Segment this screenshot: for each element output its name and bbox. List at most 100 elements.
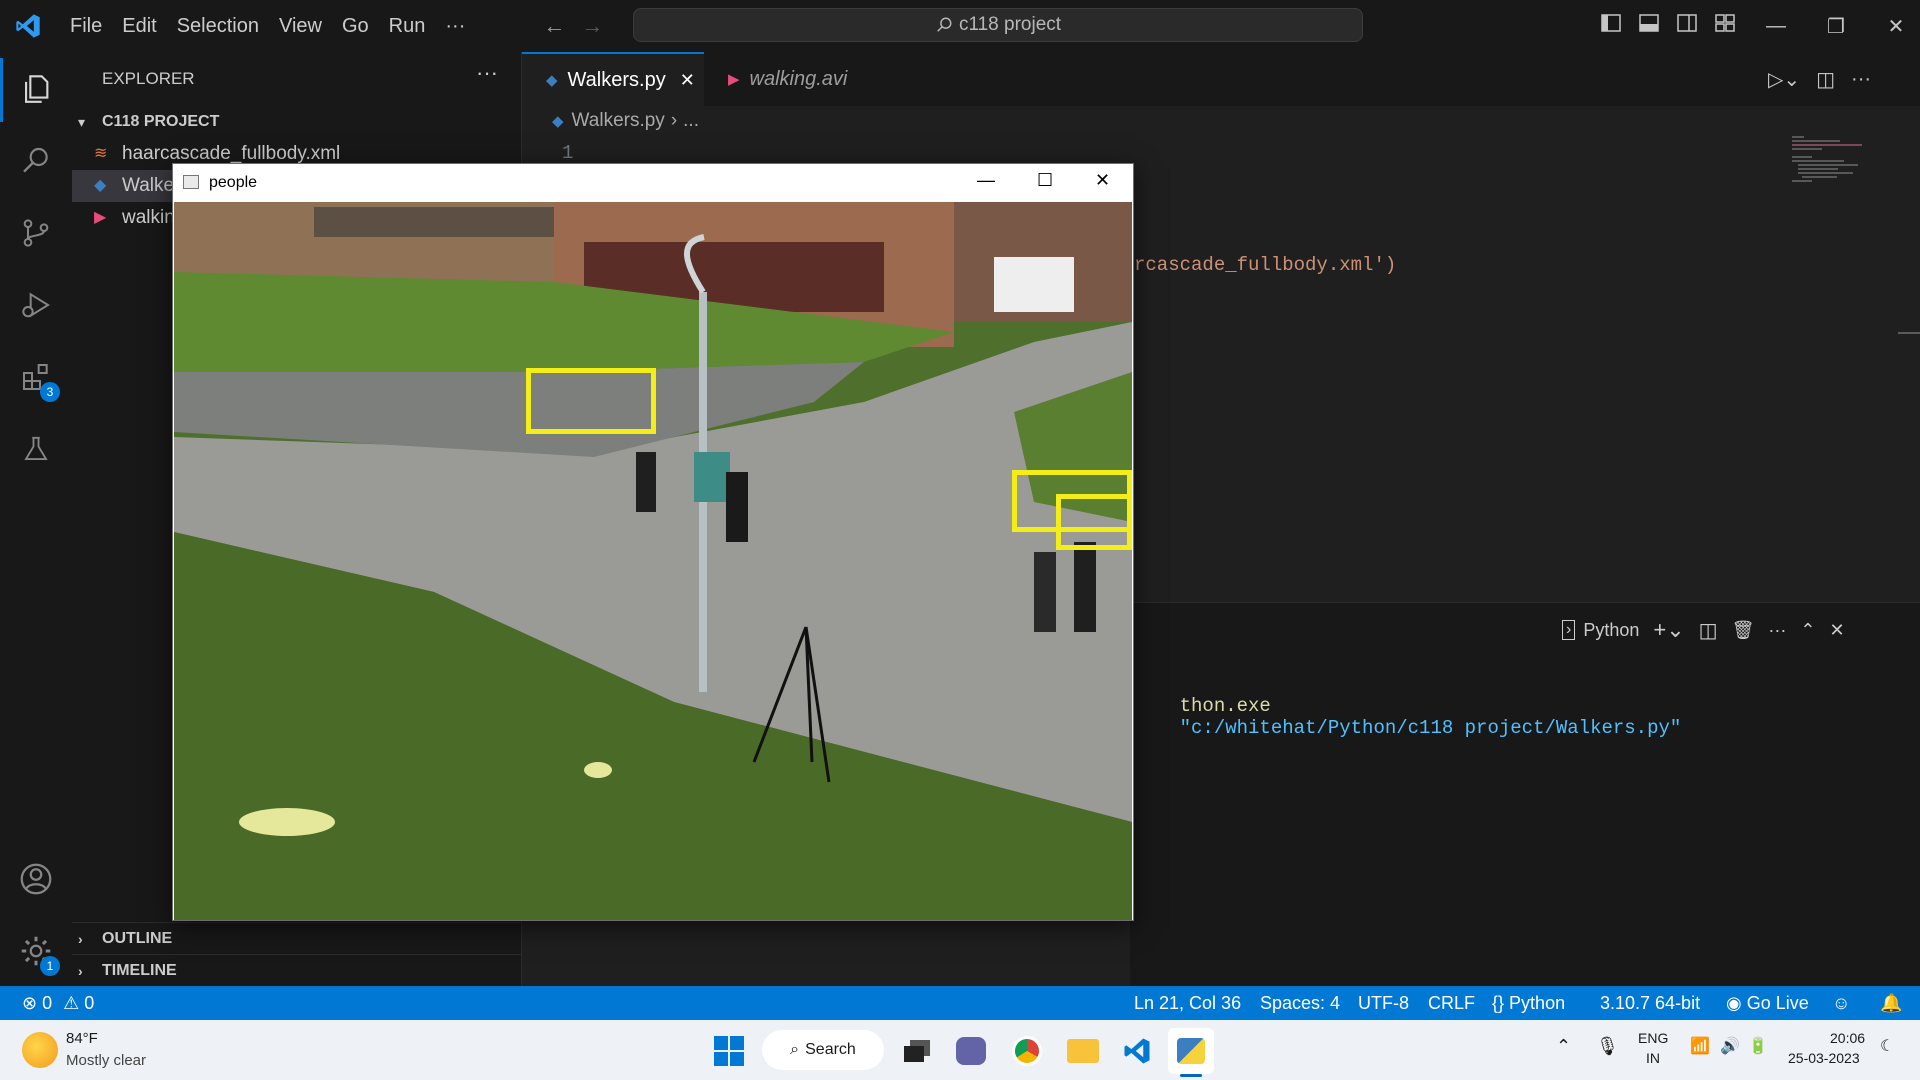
search-icon[interactable] [0,128,72,194]
panel-more-icon[interactable]: ··· [1768,620,1786,641]
feedback-icon[interactable]: ☺ [1832,986,1850,1020]
battery-icon[interactable]: 🔋 [1748,1036,1768,1056]
python-app-icon[interactable] [1168,1028,1214,1074]
teams-chat-icon[interactable] [948,1028,994,1074]
python-interpreter[interactable]: 3.10.7 64-bit [1600,986,1700,1020]
start-windows-icon[interactable] [706,1028,752,1074]
toggle-panel-icon[interactable] [1630,14,1668,38]
problems-indicator[interactable]: ⊗ 0 ⚠ 0 [22,986,94,1020]
clock-date[interactable]: 25-03-2023 [1788,1050,1860,1066]
rss-xml-icon: ≋ [94,145,108,162]
python-icon: ◆ [546,72,558,89]
indentation[interactable]: Spaces: 4 [1260,986,1340,1020]
new-terminal-icon[interactable]: +⌄ [1653,617,1684,643]
run-debug-icon[interactable] [0,272,72,338]
menu-run[interactable]: Run [379,0,436,52]
language-line1[interactable]: ENG [1638,1030,1668,1046]
timeline-section[interactable]: › TIMELINE [72,954,522,987]
weather-temp[interactable]: 84°F [66,1030,98,1047]
python-icon: ◆ [552,113,564,130]
code-partial-string[interactable]: rcascade_fullbody.xml') [1134,254,1396,276]
command-center-label: c118 project [958,14,1062,35]
outline-section[interactable]: › OUTLINE [72,922,522,955]
terminal-name[interactable]: Python [1583,620,1639,641]
task-view-icon[interactable] [894,1028,940,1074]
minimize-window-icon[interactable]: — [1746,15,1806,38]
maximize-panel-icon[interactable]: ⌃ [1800,620,1815,641]
tab-walking[interactable]: ▶ walking.avi [704,52,874,106]
trash-icon[interactable]: 🗑 [1732,620,1755,641]
vscode-logo-icon [8,6,48,46]
project-folder[interactable]: ▾ C118 PROJECT [72,106,522,138]
menu-file[interactable]: File [60,0,112,52]
back-arrow-icon[interactable]: ← [539,13,569,39]
volume-icon[interactable]: 🔊 [1720,1036,1740,1056]
menu-selection[interactable]: Selection [167,0,269,52]
menu-more[interactable]: ··· [435,0,475,52]
go-live-button[interactable]: ◉ Go Live [1726,986,1809,1020]
taskbar-search[interactable]: ⌕ Search [762,1030,884,1070]
cursor-position[interactable]: Ln 21, Col 36 [1134,986,1241,1020]
breadcrumb-file[interactable]: Walkers.py [572,110,665,132]
terminal-panel: › Python +⌄ ◫ 🗑 ··· ⌃ ✕ thon.exe "c:/whi… [1130,602,1920,987]
forward-arrow-icon[interactable]: → [577,13,607,39]
opencv-titlebar[interactable]: people — ☐ ✕ [173,164,1133,202]
command-center-search[interactable]: c118 project [633,8,1363,42]
explorer-icon[interactable] [0,56,72,122]
close-panel-icon[interactable]: ✕ [1830,620,1845,641]
file-explorer-icon[interactable] [1060,1028,1106,1074]
microphone-icon[interactable]: 🎙 [1596,1036,1619,1057]
vscode-taskbar-icon[interactable] [1114,1028,1160,1074]
minimap[interactable] [1792,134,1862,204]
terminal-command-line[interactable]: thon.exe "c:/whitehat/Python/c118 projec… [1134,673,1682,761]
chevron-up-icon[interactable]: ⌃ [1556,1036,1571,1057]
menu-go[interactable]: Go [332,0,379,52]
windows-taskbar: 84°F Mostly clear ⌕ Search ⌃ 🎙 ENG IN 📶 … [0,1020,1920,1080]
broadcast-icon: ◉ [1726,993,1742,1013]
run-file-icon[interactable]: ▷⌄ [1768,67,1800,92]
chevron-right-icon: › [78,963,83,979]
encoding[interactable]: UTF-8 [1358,986,1409,1020]
notifications-bell-icon[interactable]: 🔔 [1880,986,1902,1020]
toggle-primary-sidebar-icon[interactable] [1592,14,1630,38]
editor-more-icon[interactable]: ··· [1851,68,1871,91]
tab-walkers[interactable]: ◆ Walkers.py ✕ [522,52,704,106]
close-window-icon[interactable]: ✕ [1866,14,1920,39]
testing-flask-icon[interactable] [0,416,72,482]
explorer-title: EXPLORER [102,69,195,88]
close-tab-icon[interactable]: ✕ [680,70,695,91]
toggle-secondary-sidebar-icon[interactable] [1668,14,1706,38]
python-icon: ◆ [94,177,107,194]
end-of-line[interactable]: CRLF [1428,986,1475,1020]
video-frame [174,202,1132,920]
split-terminal-icon[interactable]: ◫ [1699,618,1718,643]
extensions-icon[interactable]: 3 [0,344,72,410]
weather-moon-icon[interactable] [22,1032,58,1068]
weather-desc[interactable]: Mostly clear [66,1052,146,1069]
wifi-icon[interactable]: 📶 [1690,1036,1710,1056]
cv-maximize-icon[interactable]: ☐ [1037,170,1053,191]
restore-window-icon[interactable]: ❐ [1806,14,1866,39]
explorer-more-icon[interactable]: ··· [476,60,498,86]
breadcrumb-more[interactable]: ... [683,110,699,132]
cv-close-icon[interactable]: ✕ [1095,170,1110,191]
customize-layout-icon[interactable] [1706,14,1744,38]
manage-gear-icon[interactable]: 1 [0,918,72,984]
chrome-icon[interactable] [1004,1028,1050,1074]
opencv-people-window[interactable]: people — ☐ ✕ [172,163,1134,921]
accounts-icon[interactable] [0,846,72,912]
do-not-disturb-icon[interactable]: ☾ [1880,1036,1894,1056]
menu-edit[interactable]: Edit [112,0,166,52]
language-mode[interactable]: {} Python [1492,986,1565,1020]
cv-minimize-icon[interactable]: — [977,170,995,191]
split-editor-icon[interactable]: ◫ [1816,67,1835,92]
extensions-badge: 3 [40,382,60,402]
video-icon: ▶ [94,209,107,226]
source-control-icon[interactable] [0,200,72,266]
clock-time[interactable]: 20:06 [1830,1030,1865,1046]
braces-icon: {} [1492,993,1505,1013]
scrollbar-marker[interactable] [1898,332,1920,334]
language-line2[interactable]: IN [1646,1050,1660,1066]
opencv-window-title: people [209,174,258,191]
menu-view[interactable]: View [269,0,332,52]
